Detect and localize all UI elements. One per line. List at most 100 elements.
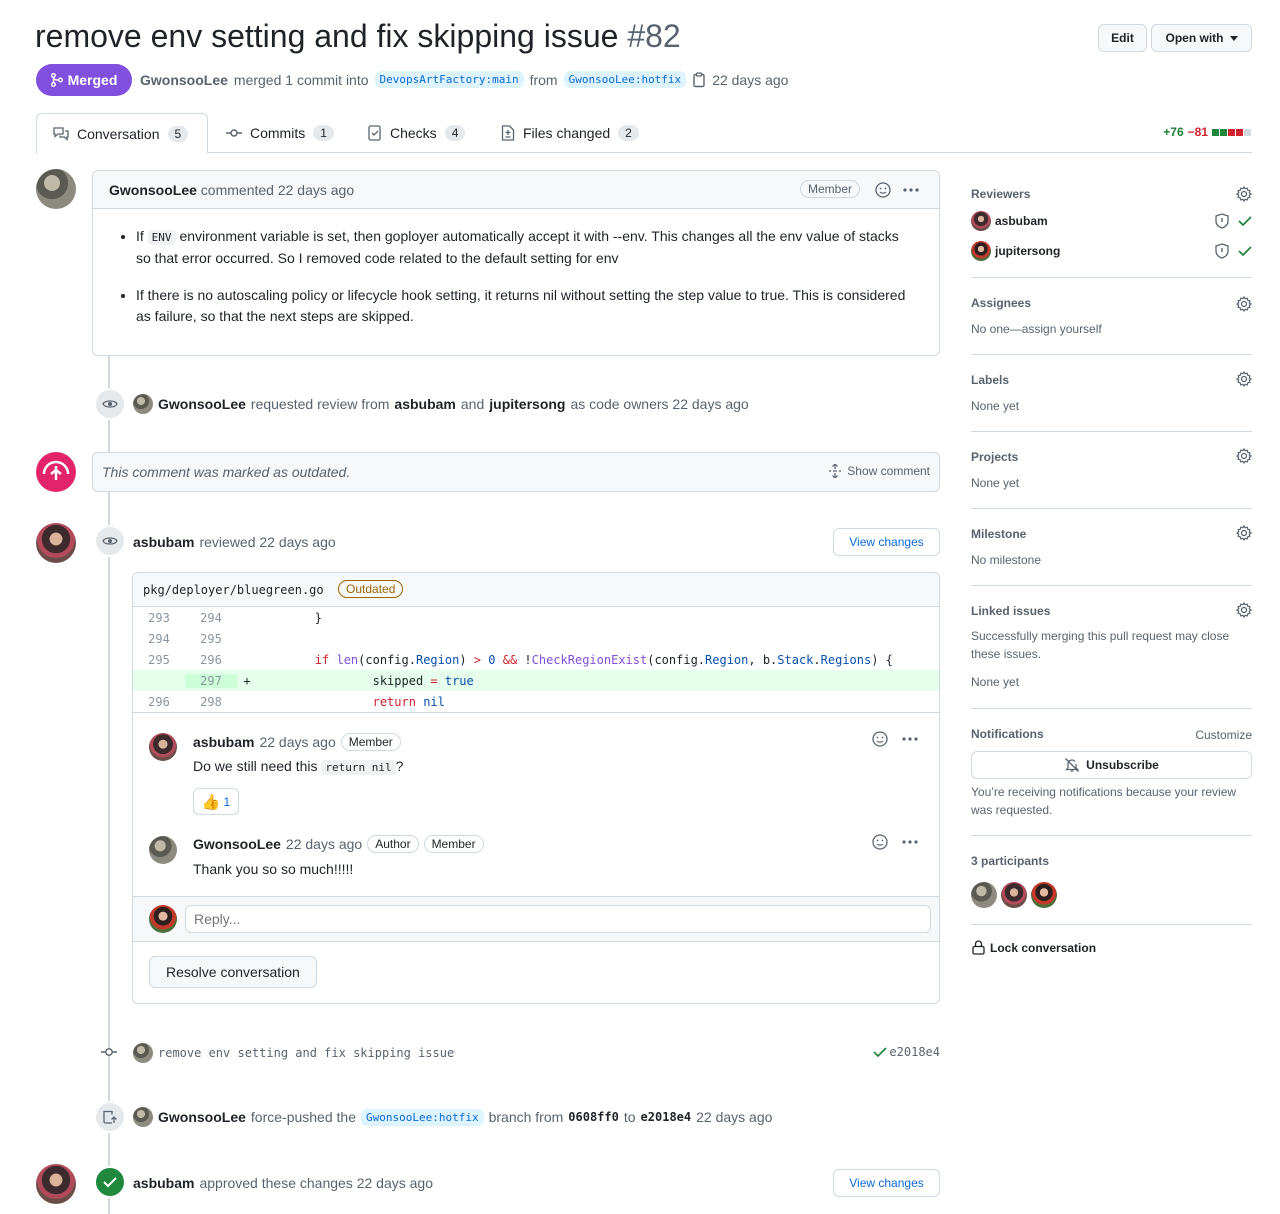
smiley-icon[interactable] <box>875 182 891 198</box>
avatar <box>971 211 991 231</box>
commit-message[interactable]: remove env setting and fix skipping issu… <box>158 1046 454 1060</box>
check-icon <box>1238 246 1252 257</box>
avatar[interactable] <box>133 394 153 414</box>
event-actor[interactable]: GwonsooLee <box>158 396 246 412</box>
reviewer-row[interactable]: asbubam <box>971 211 1048 231</box>
kebab-icon[interactable] <box>902 737 918 741</box>
projects-title[interactable]: Projects <box>971 450 1018 464</box>
tab-commits[interactable]: Commits 1 <box>210 113 350 153</box>
gear-icon[interactable] <box>1236 602 1252 618</box>
avatar[interactable] <box>36 169 76 209</box>
comment-author[interactable]: GwonsooLee <box>193 836 281 852</box>
approval-actor[interactable]: asbubam <box>133 1175 194 1191</box>
gear-icon[interactable] <box>1236 371 1252 387</box>
gear-icon[interactable] <box>1236 186 1252 202</box>
tab-conversation[interactable]: Conversation 5 <box>36 113 208 154</box>
old-line-number[interactable]: 293 <box>133 611 185 625</box>
repo-push-icon <box>103 1110 117 1124</box>
new-line-number[interactable]: 294 <box>185 611 237 625</box>
eye-event-icon <box>94 525 126 557</box>
event-actor[interactable]: GwonsooLee <box>158 1109 246 1125</box>
pr-author-link[interactable]: GwonsooLee <box>140 72 228 88</box>
check-icon[interactable] <box>873 1046 887 1058</box>
new-line-number[interactable]: 295 <box>185 632 237 646</box>
customize-link[interactable]: Customize <box>1195 726 1252 744</box>
avatar[interactable] <box>149 733 177 761</box>
comment-bullet: If there is no autoscaling policy or lif… <box>136 285 909 327</box>
from-sha[interactable]: 0608ff0 <box>568 1110 619 1124</box>
eye-icon <box>102 400 118 408</box>
eye-icon <box>102 537 118 545</box>
old-line-number[interactable]: 296 <box>133 695 185 709</box>
smiley-icon[interactable] <box>872 731 888 747</box>
avatar[interactable] <box>133 1043 153 1063</box>
bullet-text: If <box>136 228 144 244</box>
gear-icon[interactable] <box>1236 296 1252 312</box>
reviewer-row[interactable]: jupitersong <box>971 241 1060 261</box>
lock-conversation-label: Lock conversation <box>990 940 1097 955</box>
assignees-title[interactable]: Assignees <box>971 296 1031 310</box>
avatar[interactable] <box>1001 882 1027 908</box>
tab-commits-count: 1 <box>313 125 334 141</box>
show-comment-button[interactable]: Show comment <box>829 464 930 478</box>
linked-issues-section: Linked issues Successfully merging this … <box>971 586 1252 709</box>
to-sha[interactable]: e2018e4 <box>641 1110 692 1124</box>
old-line-number[interactable]: 295 <box>133 653 185 667</box>
comment-time[interactable]: 22 days ago <box>286 836 362 852</box>
linked-issues-value: None yet <box>971 675 1020 689</box>
comment-author[interactable]: asbubam <box>193 734 254 750</box>
commit-sha[interactable]: e2018e4 <box>889 1045 940 1059</box>
head-branch[interactable]: GwonsooLee:hotfix <box>563 71 687 88</box>
reviewers-title[interactable]: Reviewers <box>971 187 1030 201</box>
lock-conversation-button[interactable]: Lock conversation <box>972 940 1096 955</box>
base-branch[interactable]: DevopsArtFactory:main <box>374 71 524 88</box>
inline-code: return nil <box>321 760 396 775</box>
gear-icon[interactable] <box>1236 448 1252 464</box>
tab-files-changed[interactable]: Files changed 2 <box>485 113 655 153</box>
event-reviewer[interactable]: asbubam <box>394 396 455 412</box>
unsubscribe-button[interactable]: Unsubscribe <box>971 751 1252 779</box>
tab-checks[interactable]: Checks 4 <box>352 113 481 153</box>
labels-title[interactable]: Labels <box>971 373 1009 387</box>
new-line-number[interactable]: 298 <box>185 695 237 709</box>
linked-issues-title[interactable]: Linked issues <box>971 604 1050 618</box>
pr-tabs: Conversation 5 Commits 1 Checks 4 Files … <box>36 113 1252 154</box>
shield-icon <box>1215 213 1229 229</box>
copy-icon[interactable] <box>692 71 706 88</box>
diff-line: 294 295 <box>133 628 939 649</box>
avatar[interactable] <box>36 1164 76 1204</box>
new-line-number[interactable]: 297 <box>185 673 237 688</box>
milestone-title[interactable]: Milestone <box>971 527 1026 541</box>
review-author[interactable]: asbubam <box>133 534 194 550</box>
resolve-conversation-button[interactable]: Resolve conversation <box>149 956 317 988</box>
file-path[interactable]: pkg/deployer/bluegreen.go <box>143 583 324 597</box>
kebab-icon[interactable] <box>903 188 919 192</box>
comment-text: Thank you so so much!!!!! <box>193 861 354 877</box>
view-changes-button[interactable]: View changes <box>833 528 940 556</box>
merged-label: Merged <box>67 72 118 88</box>
avatar[interactable] <box>36 452 76 492</box>
avatar[interactable] <box>971 882 997 908</box>
smiley-icon[interactable] <box>872 834 888 850</box>
comment-time[interactable]: 22 days ago <box>259 734 335 750</box>
reply-input[interactable] <box>185 905 931 933</box>
branch-name[interactable]: GwonsooLee:hotfix <box>360 1108 484 1126</box>
avatar[interactable] <box>36 523 76 563</box>
gear-icon[interactable] <box>1236 525 1252 541</box>
open-with-button[interactable]: Open with <box>1151 24 1252 52</box>
avatar[interactable] <box>149 905 177 933</box>
edit-button[interactable]: Edit <box>1098 24 1147 52</box>
avatar[interactable] <box>133 1107 153 1127</box>
view-changes-button[interactable]: View changes <box>833 1169 940 1197</box>
avatar[interactable] <box>1031 882 1057 908</box>
kebab-icon[interactable] <box>902 840 918 844</box>
new-line-number[interactable]: 296 <box>185 653 237 667</box>
old-line-number[interactable]: 294 <box>133 632 185 646</box>
comment-author[interactable]: GwonsooLee <box>109 182 197 198</box>
unfold-icon <box>829 464 842 478</box>
avatar[interactable] <box>149 836 177 864</box>
thumbs-up-reaction[interactable]: 👍 1 <box>193 788 239 815</box>
assignees-value[interactable]: No one—assign yourself <box>971 320 1102 338</box>
event-reviewer[interactable]: jupitersong <box>489 396 565 412</box>
diff-table: 293 294 } 294 295 295 296 if len(config.Regio… <box>133 607 939 712</box>
